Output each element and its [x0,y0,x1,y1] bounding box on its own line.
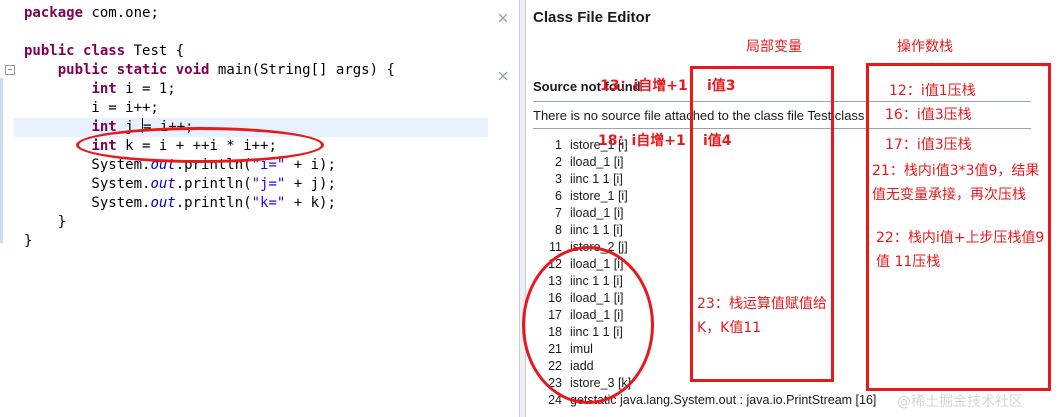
code-token: .println( [175,195,252,211]
code-token: int [91,81,117,97]
ruler-close-mark[interactable] [498,66,508,81]
java-source-editor[interactable]: − package com.one; public class Test { pu… [0,0,519,417]
overview-ruler[interactable] [488,0,519,417]
code-token: public [24,43,75,59]
close-icon [498,71,508,81]
bytecode-instruction: iload_1 [i] [570,155,624,169]
bytecode-instruction: iinc 1 1 [i] [570,223,623,237]
code-token: i = 1; [116,81,176,97]
ruler-close-mark[interactable] [498,8,508,23]
bytecode-offset: 6 [555,189,562,203]
code-token: + k); [285,195,336,211]
bytecode-row: 6 istore_1 [i] [529,188,628,205]
operand-stack-step16: 16：i值3压栈 [885,107,972,123]
local-vars-step23: 23：栈运算值赋值给K，K值11 [697,296,827,336]
bytecode-offset: 11 [549,240,562,254]
local-vars-header: 局部变量 [746,39,802,55]
view-splitter[interactable] [519,0,526,417]
code-token: void [175,62,210,78]
code-token: static [116,62,168,78]
code-token: package [24,5,84,21]
code-token: "k=" [251,195,286,211]
watermark: @稀土掘金技术社区 [897,394,1023,410]
code-token: } [24,233,33,249]
bytecode-row: 3 iinc 1 1 [i] [529,171,623,188]
bytecode-offset: 7 [555,206,562,220]
operand-stack-step12: 12：i值1压栈 [889,83,976,99]
page-title: Class File Editor [533,9,651,26]
local-vars-val3: i值3 [707,78,736,94]
code-token: main(String[] args) { [209,62,395,78]
operand-stack-header: 操作数栈 [897,39,953,55]
bytecode-instruction: iload_1 [i] [570,206,624,220]
code-line[interactable]: } [24,232,32,251]
fold-collapse-icon[interactable]: − [5,65,15,75]
bytecode-offset: 2 [555,155,562,169]
bytecode-row: 2 iload_1 [i] [529,154,624,171]
operand-stack-step22: 22：栈内i值+上步压栈值9 值 11压栈 [876,230,1045,270]
bytecode-row: 7 iload_1 [i] [529,205,624,222]
code-token: System. [24,176,151,192]
operand-stack-step17: 17：i值3压栈 [885,137,972,153]
bytecode-offset: 8 [555,223,562,237]
bytecode-offset: 1 [555,138,562,152]
local-vars-step13: 13：i自增+1 [600,78,688,94]
code-token: + i); [285,157,336,173]
highlight-ellipse [76,127,324,163]
code-token: .println( [175,176,252,192]
code-line[interactable]: public class Test { [24,42,184,61]
code-token: class [83,43,126,59]
code-line[interactable]: System.out.println("j=" + j); [24,175,336,194]
code-line[interactable]: public static void main(String[] args) { [24,61,395,80]
code-line[interactable]: int i = 1; [24,80,176,99]
change-indicator-bar [0,78,3,243]
code-line[interactable]: } [24,213,66,232]
code-line[interactable]: i = i++; [24,99,159,118]
code-token: } [24,214,67,230]
bytecode-instruction: istore_1 [i] [570,189,628,203]
bytecode-instruction: iinc 1 1 [i] [570,172,623,186]
code-token: out [150,195,176,211]
code-token: + j); [285,176,336,192]
code-token: i = i++; [24,100,159,116]
code-token: System. [24,195,151,211]
code-token: out [150,176,176,192]
code-token: com.one; [83,5,159,21]
code-line[interactable]: package com.one; [24,4,159,23]
local-vars-val4: i值4 [703,133,732,149]
code-line[interactable]: System.out.println("k=" + k); [24,194,336,213]
operand-stack-step21: 21：栈内i值3*3值9，结果值无变量承接，再次压栈 [872,163,1040,203]
close-icon [498,13,508,23]
code-token: "j=" [251,176,286,192]
local-vars-step18: 18：i自增+1 [598,133,686,149]
code-token: Test { [125,43,185,59]
bytecode-offset: 3 [555,172,562,186]
bytecode-row: 8 iinc 1 1 [i] [529,222,623,239]
highlight-ellipse [522,246,654,404]
code-token: public [57,62,109,78]
